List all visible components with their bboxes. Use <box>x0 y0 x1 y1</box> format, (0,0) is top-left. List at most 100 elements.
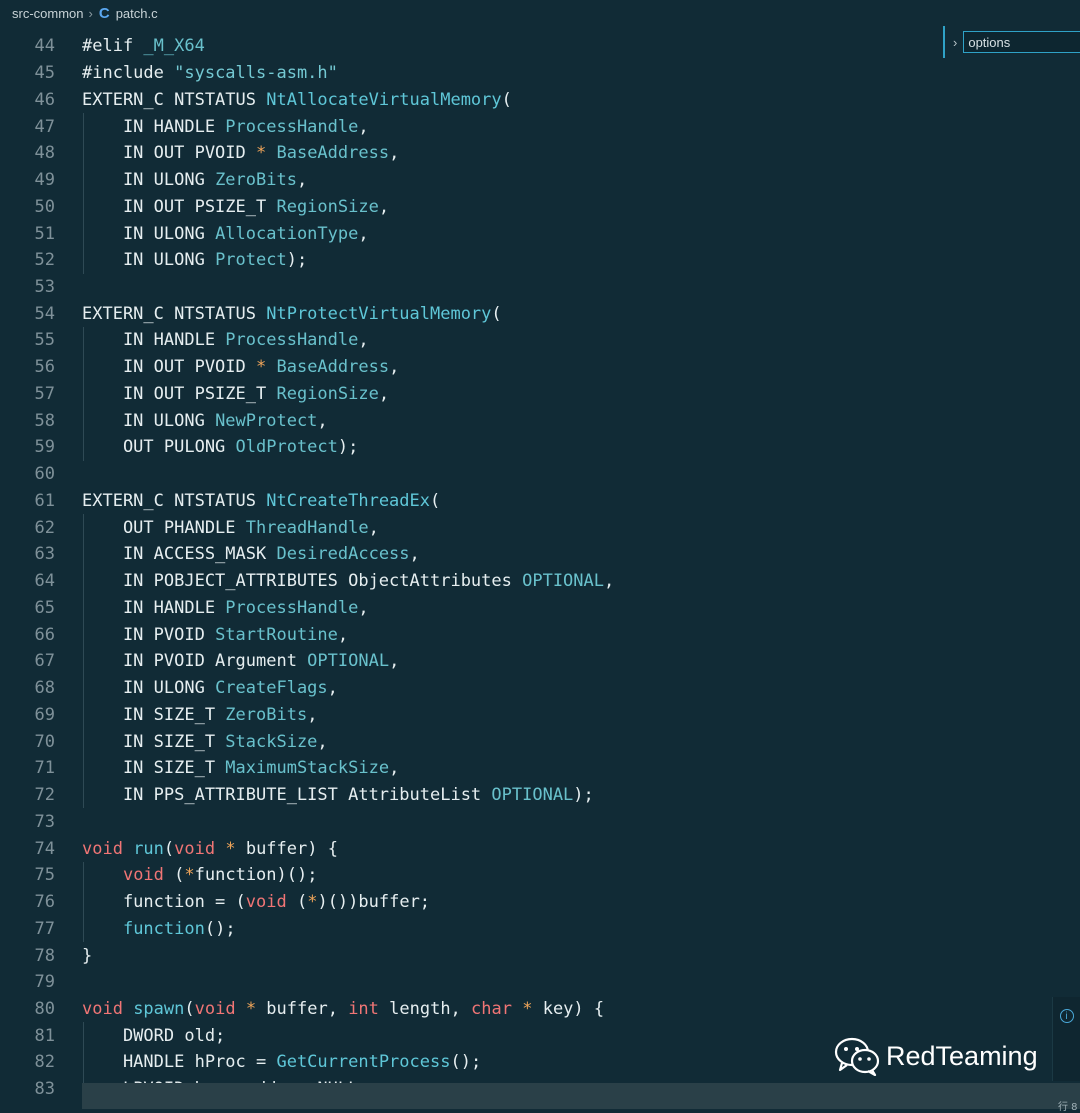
code-line[interactable]: 46 EXTERN_C NTSTATUS NtAllocateVirtualMem… <box>0 86 1080 113</box>
code-token: EXTERN_C NTSTATUS <box>82 303 267 324</box>
indent-guide <box>83 514 84 809</box>
code-token: ThreadHandle <box>245 517 369 538</box>
code-line[interactable]: 66 IN PVOID StartRoutine, <box>0 621 1080 648</box>
code-text: IN ULONG AllocationType, <box>82 224 369 244</box>
code-line[interactable]: 73 <box>0 808 1080 835</box>
find-input[interactable] <box>963 31 1080 53</box>
code-token: "syscalls-asm.h" <box>174 63 338 84</box>
code-line[interactable]: 52 IN ULONG Protect); <box>0 247 1080 274</box>
code-token: OPTIONAL <box>307 651 390 672</box>
code-token: , <box>378 383 390 404</box>
code-line[interactable]: 57 IN OUT PSIZE_T RegionSize, <box>0 381 1080 408</box>
code-token: , <box>389 651 400 672</box>
code-line[interactable]: 75 void (*function)(); <box>0 862 1080 889</box>
line-number: 77 <box>34 918 55 939</box>
code-line[interactable]: 71 IN SIZE_T MaximumStackSize, <box>0 755 1080 782</box>
code-line[interactable]: 51 IN ULONG AllocationType, <box>0 220 1080 247</box>
code-line[interactable]: 58 IN ULONG NewProtect, <box>0 407 1080 434</box>
code-token: , <box>307 704 318 725</box>
code-line[interactable]: 80 void spawn(void * buffer, int length, … <box>0 996 1080 1023</box>
code-line[interactable]: 78} <box>0 942 1080 969</box>
code-token: EXTERN_C NTSTATUS <box>82 490 267 511</box>
line-number: 83 <box>34 1079 55 1100</box>
code-token: ( <box>491 303 502 324</box>
code-token: IN SIZE_T <box>82 704 226 725</box>
toggle-replace-chevron-icon[interactable]: › <box>953 35 957 50</box>
code-token: MaximumStackSize <box>225 758 390 779</box>
code-text: IN POBJECT_ATTRIBUTES ObjectAttributes O… <box>82 571 614 591</box>
code-token: run <box>122 838 164 859</box>
code-token: IN OUT PVOID <box>82 357 256 378</box>
code-line[interactable]: 56 IN OUT PVOID * BaseAddress, <box>0 354 1080 381</box>
code-line[interactable]: 72 IN PPS_ATTRIBUTE_LIST AttributeList O… <box>0 782 1080 809</box>
code-line[interactable]: 53 <box>0 274 1080 301</box>
code-line[interactable]: 62 OUT PHANDLE ThreadHandle, <box>0 514 1080 541</box>
code-line[interactable]: 77 function(); <box>0 915 1080 942</box>
code-token: IN ULONG <box>82 223 216 244</box>
code-line[interactable]: 69 IN SIZE_T ZeroBits, <box>0 702 1080 729</box>
wechat-logo-icon <box>834 1037 880 1076</box>
code-text: void spawn(void * buffer, int length, ch… <box>82 999 604 1019</box>
code-text: } <box>82 946 92 966</box>
breadcrumb-folder-label: src-common <box>12 5 84 21</box>
line-number: 82 <box>34 1052 55 1073</box>
code-token: IN OUT PSIZE_T <box>82 196 277 217</box>
code-line[interactable]: 65 IN HANDLE ProcessHandle, <box>0 595 1080 622</box>
code-text: IN PVOID StartRoutine, <box>82 625 348 645</box>
code-line[interactable]: 49 IN ULONG ZeroBits, <box>0 167 1080 194</box>
line-number: 63 <box>34 544 55 565</box>
code-token: int <box>348 998 379 1019</box>
code-line[interactable]: 47 IN HANDLE ProcessHandle, <box>0 113 1080 140</box>
code-line[interactable]: 67 IN PVOID Argument OPTIONAL, <box>0 648 1080 675</box>
line-number: 56 <box>34 357 55 378</box>
line-number: 48 <box>34 143 55 164</box>
code-line[interactable]: 64 IN POBJECT_ATTRIBUTES ObjectAttribute… <box>0 568 1080 595</box>
code-token: ProcessHandle <box>225 597 359 618</box>
line-number: 59 <box>34 437 55 458</box>
code-line[interactable]: 61 EXTERN_C NTSTATUS NtCreateThreadEx( <box>0 488 1080 515</box>
code-line[interactable]: 55 IN HANDLE ProcessHandle, <box>0 327 1080 354</box>
line-number: 57 <box>34 383 55 404</box>
code-token: ProcessHandle <box>225 116 359 137</box>
code-token: RegionSize <box>276 383 379 404</box>
code-editor[interactable]: 44 #elif _M_X64 45 #include "syscalls-asm.h… <box>0 26 1080 1109</box>
code-line[interactable]: 63 IN ACCESS_MASK DesiredAccess, <box>0 541 1080 568</box>
notification-panel[interactable]: i <box>1052 997 1080 1081</box>
code-token: , <box>327 678 338 699</box>
code-line[interactable]: 76 function = (void (*)())buffer; <box>0 889 1080 916</box>
code-token: NtAllocateVirtualMemory <box>266 89 502 110</box>
code-line[interactable]: 48 IN OUT PVOID * BaseAddress, <box>0 140 1080 167</box>
code-token: Protect <box>215 250 287 271</box>
code-token: function = ( <box>82 892 246 913</box>
breadcrumb: src-common › C patch.c <box>0 0 1080 26</box>
breadcrumb-folder[interactable]: src-common <box>0 6 84 21</box>
code-text: EXTERN_C NTSTATUS NtAllocateVirtualMemor… <box>82 90 512 110</box>
code-token: DWORD old; <box>82 1025 226 1046</box>
code-text: EXTERN_C NTSTATUS NtProtectVirtualMemory… <box>82 304 502 324</box>
code-token: OUT PULONG <box>82 437 236 458</box>
code-line[interactable]: 54 EXTERN_C NTSTATUS NtProtectVirtualMemo… <box>0 300 1080 327</box>
code-line[interactable]: 79 <box>0 969 1080 996</box>
line-number: 75 <box>34 865 55 886</box>
code-text: DWORD old; <box>82 1026 225 1046</box>
code-token: ( <box>286 892 308 913</box>
code-line[interactable]: 68 IN ULONG CreateFlags, <box>0 675 1080 702</box>
code-line[interactable]: 45 #include "syscalls-asm.h" <box>0 60 1080 87</box>
code-token: ); <box>573 785 594 806</box>
code-line[interactable]: 70 IN SIZE_T StackSize, <box>0 728 1080 755</box>
code-text: IN ULONG ZeroBits, <box>82 170 307 190</box>
code-token: * <box>235 998 257 1019</box>
code-token: buffer) { <box>235 838 338 859</box>
breadcrumb-file[interactable]: C patch.c <box>99 5 158 22</box>
code-line[interactable]: 60 <box>0 461 1080 488</box>
code-line[interactable]: 50 IN OUT PSIZE_T RegionSize, <box>0 193 1080 220</box>
code-line[interactable]: 59 OUT PULONG OldProtect); <box>0 434 1080 461</box>
code-text: #elif _M_X64 <box>82 36 205 56</box>
code-line[interactable]: 74 void run(void * buffer) { <box>0 835 1080 862</box>
info-icon[interactable]: i <box>1059 1009 1074 1023</box>
status-bar-snippet: 行 8 <box>1058 1102 1078 1113</box>
breadcrumb-file-label: patch.c <box>115 5 158 21</box>
code-line[interactable]: 44 #elif _M_X64 <box>0 33 1080 60</box>
